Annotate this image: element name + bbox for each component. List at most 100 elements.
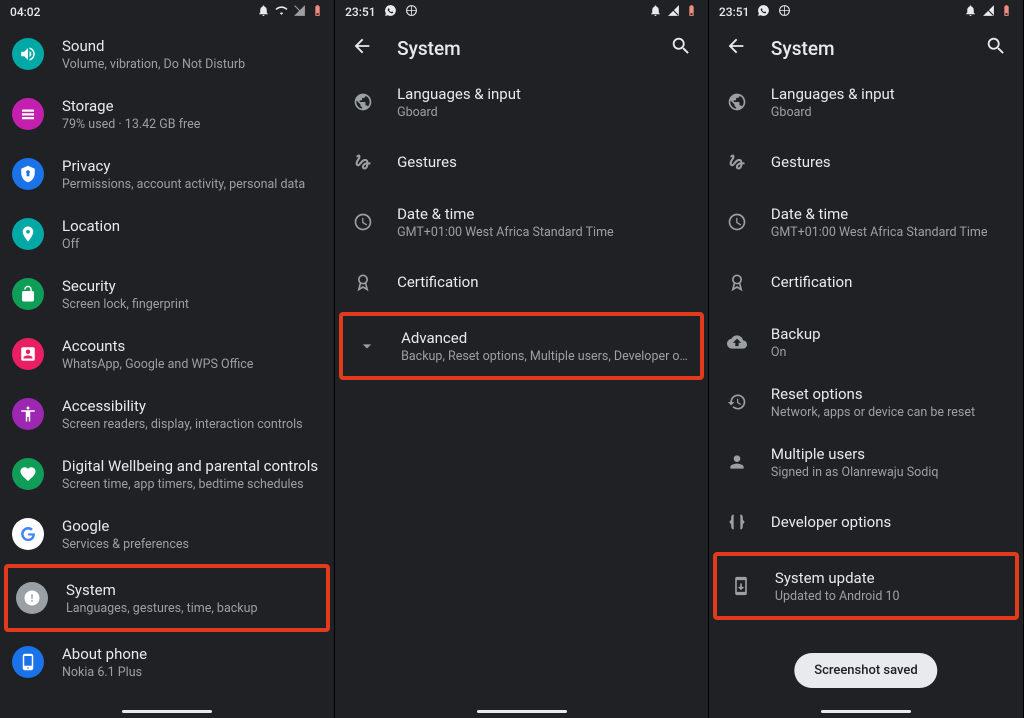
item-subtitle: Backup, Reset options, Multiple users, D… bbox=[401, 349, 688, 364]
settings-item-accessibility[interactable]: Accessibility Screen readers, display, in… bbox=[0, 384, 334, 444]
signal-icon bbox=[667, 4, 680, 20]
clock-text: 23:51 bbox=[345, 5, 375, 19]
browser-icon bbox=[405, 4, 418, 20]
item-title: Backup bbox=[771, 325, 1007, 343]
item-title: Multiple users bbox=[771, 445, 1007, 463]
braces-icon bbox=[721, 506, 753, 538]
system-item-languages[interactable]: Languages & input Gboard bbox=[335, 72, 708, 132]
wifi-icon bbox=[275, 4, 288, 20]
item-title: Languages & input bbox=[397, 85, 692, 103]
battery-icon bbox=[1000, 4, 1013, 20]
settings-item-google[interactable]: GoogleServices & preferences bbox=[0, 504, 334, 564]
settings-item-storage[interactable]: Storage79% used · 13.42 GB free bbox=[0, 84, 334, 144]
back-button[interactable] bbox=[725, 35, 747, 61]
settings-item-wellbeing[interactable]: Digital Wellbeing and parental controlsS… bbox=[0, 444, 334, 504]
whatsapp-icon bbox=[384, 4, 397, 20]
item-subtitle: Screen time, app timers, bedtime schedul… bbox=[62, 477, 318, 492]
settings-item-system[interactable]: SystemLanguages, gestures, time, backup bbox=[8, 568, 326, 628]
system-item-datetime[interactable]: Date & timeGMT+01:00 West Africa Standar… bbox=[335, 192, 708, 252]
badge-icon bbox=[721, 266, 753, 298]
dnd-icon bbox=[257, 4, 270, 20]
item-subtitle: Network, apps or device can be reset bbox=[771, 405, 1007, 420]
system-item-users[interactable]: Multiple usersSigned in as Olanrewaju So… bbox=[709, 432, 1023, 492]
clock-text: 04:02 bbox=[10, 5, 40, 19]
settings-item-about[interactable]: About phoneNokia 6.1 Plus bbox=[0, 632, 334, 692]
status-bar: 04:02 bbox=[0, 0, 334, 24]
system-panel-expanded: 23:51 System Languages & input Gboard Ges… bbox=[709, 0, 1024, 718]
item-title: Reset options bbox=[771, 385, 1007, 403]
item-subtitle: Permissions, account activity, personal … bbox=[62, 177, 318, 192]
item-subtitle: Volume, vibration, Do Not Disturb bbox=[62, 57, 318, 72]
system-item-developer[interactable]: Developer options bbox=[709, 492, 1023, 552]
system-item-datetime[interactable]: Date & time GMT+01:00 West Africa Standar… bbox=[709, 192, 1023, 252]
clock-icon bbox=[347, 206, 379, 238]
system-item-advanced[interactable]: AdvancedBackup, Reset options, Multiple … bbox=[343, 316, 700, 376]
settings-item-sound[interactable]: SoundVolume, vibration, Do Not Disturb bbox=[0, 24, 334, 84]
system-item-languages[interactable]: Languages & input Gboard bbox=[709, 72, 1023, 132]
item-subtitle: Screen lock, fingerprint bbox=[62, 297, 318, 312]
item-subtitle: Gboard bbox=[397, 105, 692, 120]
location-icon bbox=[12, 218, 44, 250]
clock-icon bbox=[721, 206, 753, 238]
item-title: Privacy bbox=[62, 157, 318, 175]
item-subtitle: Nokia 6.1 Plus bbox=[62, 665, 318, 680]
item-title: Gestures bbox=[771, 153, 1007, 171]
settings-item-location[interactable]: LocationOff bbox=[0, 204, 334, 264]
nav-pill[interactable] bbox=[821, 710, 911, 713]
google-icon bbox=[12, 518, 44, 550]
item-subtitle: Updated to Android 10 bbox=[775, 589, 1003, 604]
item-title: Certification bbox=[771, 273, 1007, 291]
item-subtitle: Screen readers, display, interaction con… bbox=[62, 417, 318, 432]
wellbeing-icon bbox=[12, 458, 44, 490]
item-subtitle: Services & preferences bbox=[62, 537, 318, 552]
system-item-certification[interactable]: Certification bbox=[709, 252, 1023, 312]
system-item-reset[interactable]: Reset options Network, apps or device can… bbox=[709, 372, 1023, 432]
nav-pill[interactable] bbox=[122, 710, 212, 713]
item-subtitle: WhatsApp, Google and WPS Office bbox=[62, 357, 318, 372]
reset-icon bbox=[721, 386, 753, 418]
system-item-certification[interactable]: Certification bbox=[335, 252, 708, 312]
item-title: Date & time bbox=[771, 205, 1007, 223]
search-button[interactable] bbox=[670, 35, 692, 61]
item-title: Accessibility bbox=[62, 397, 318, 415]
app-bar: System bbox=[335, 24, 708, 72]
item-subtitle: Gboard bbox=[771, 105, 1007, 120]
system-item-backup[interactable]: BackupOn bbox=[709, 312, 1023, 372]
signal-icon bbox=[293, 4, 306, 20]
system-item-update[interactable]: System updateUpdated to Android 10 bbox=[717, 556, 1015, 616]
system-panel-collapsed: 23:51 System Languages & input Gboard Ges… bbox=[335, 0, 709, 718]
page-title: System bbox=[771, 37, 835, 60]
back-button[interactable] bbox=[351, 35, 373, 61]
settings-item-accounts[interactable]: Accounts WhatsApp, Google and WPS Office bbox=[0, 324, 334, 384]
nav-pill[interactable] bbox=[477, 710, 567, 713]
badge-icon bbox=[347, 266, 379, 298]
item-subtitle: GMT+01:00 West Africa Standard Time bbox=[771, 225, 1007, 240]
item-title: Location bbox=[62, 217, 318, 235]
item-title: Gestures bbox=[397, 153, 692, 171]
item-title: Accounts bbox=[62, 337, 318, 355]
highlight-box: AdvancedBackup, Reset options, Multiple … bbox=[339, 312, 704, 380]
settings-item-security[interactable]: Security Screen lock, fingerprint bbox=[0, 264, 334, 324]
system-item-gestures[interactable]: Gestures bbox=[709, 132, 1023, 192]
about-icon bbox=[12, 646, 44, 678]
status-bar: 23:51 bbox=[709, 0, 1023, 24]
item-title: System bbox=[66, 581, 314, 599]
privacy-icon bbox=[12, 158, 44, 190]
globe-icon bbox=[721, 86, 753, 118]
sound-icon bbox=[12, 38, 44, 70]
item-title: Storage bbox=[62, 97, 318, 115]
battery-icon bbox=[311, 4, 324, 20]
item-title: Languages & input bbox=[771, 85, 1007, 103]
snackbar[interactable]: Screenshot saved bbox=[794, 653, 937, 688]
system-list: Languages & input Gboard Gestures Date & … bbox=[335, 72, 708, 718]
security-icon bbox=[12, 278, 44, 310]
settings-list: SoundVolume, vibration, Do Not Disturb S… bbox=[0, 24, 334, 718]
battery-icon bbox=[685, 4, 698, 20]
settings-item-privacy[interactable]: Privacy Permissions, account activity, pe… bbox=[0, 144, 334, 204]
item-title: Security bbox=[62, 277, 318, 295]
system-item-gestures[interactable]: Gestures bbox=[335, 132, 708, 192]
signal-icon bbox=[982, 4, 995, 20]
item-subtitle: GMT+01:00 West Africa Standard Time bbox=[397, 225, 692, 240]
chevron-down-icon bbox=[351, 330, 383, 362]
search-button[interactable] bbox=[985, 35, 1007, 61]
